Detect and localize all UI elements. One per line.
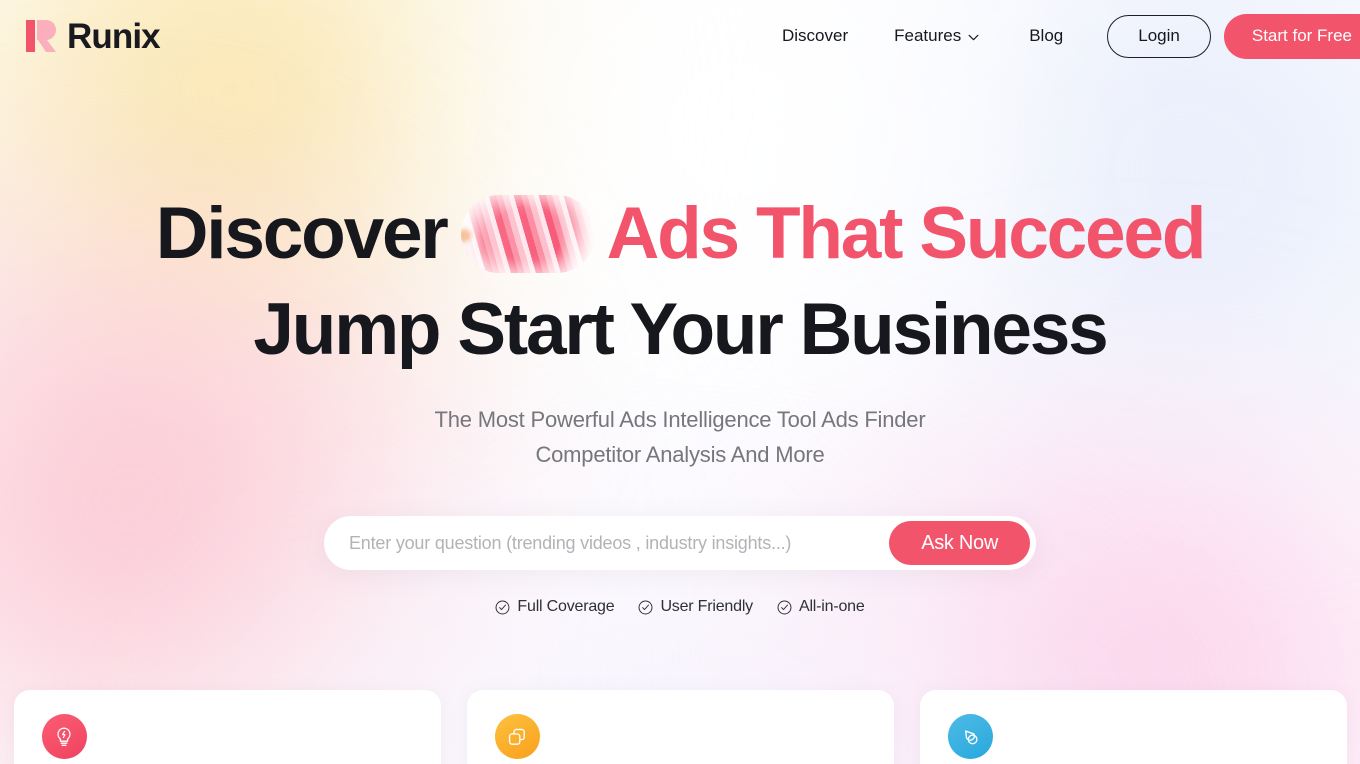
feature-chip-label: User Friendly [660, 598, 753, 615]
copy-layers-icon [508, 728, 525, 745]
brand-name: Runix [67, 16, 161, 56]
check-circle-icon [495, 600, 510, 614]
hero-subtitle-line-1: The Most Powerful Ads Intelligence Tool … [434, 407, 926, 432]
nav-item-blog[interactable]: Blog [1015, 18, 1077, 54]
page-title: Discover Ads That Succeed Jump Start You… [0, 186, 1360, 378]
site-header: Runix Discover Features Blog Login Start… [0, 0, 1360, 72]
feature-card[interactable] [919, 690, 1347, 764]
nav-item-discover[interactable]: Discover [768, 18, 862, 54]
feature-chip-label: All-in-one [798, 598, 865, 615]
headline-accent-text: Ads That Succeed [606, 193, 1207, 274]
hero-subtitle-line-2: Competitor Analysis And More [535, 442, 825, 467]
nav-item-discover-label: Discover [782, 26, 849, 45]
check-circle-icon [777, 600, 792, 614]
nav-item-features[interactable]: Features [880, 18, 993, 54]
feature-chip-user-friendly: User Friendly [638, 598, 753, 616]
headline-line-1: Discover Ads That Succeed [0, 186, 1360, 282]
headline-word-discover: Discover [155, 193, 449, 274]
twisted-ribbon-graphic-icon [460, 195, 595, 273]
feature-chip-list: Full Coverage User Friendly All-in-one [0, 598, 1360, 616]
card-icon-badge [41, 714, 87, 759]
lightbulb-bolt-icon [57, 727, 71, 746]
feature-chip-full-coverage: Full Coverage [495, 598, 615, 616]
runix-r-logo-icon [26, 20, 56, 52]
search-bar: Ask Now [324, 516, 1036, 570]
ask-now-button[interactable]: Ask Now [889, 521, 1030, 565]
hero-section: Discover Ads That Succeed Jump Start You… [0, 0, 1360, 616]
nav-item-blog-label: Blog [1029, 26, 1064, 45]
feature-card[interactable] [13, 690, 441, 764]
card-icon-badge [494, 714, 540, 759]
feature-chip-all-in-one: All-in-one [777, 598, 865, 616]
headline-line-2: Jump Start Your Business [253, 289, 1108, 370]
search-input[interactable] [324, 516, 890, 570]
feature-card-list [0, 690, 1360, 764]
primary-nav: Discover Features Blog Login Start for F… [768, 0, 1360, 72]
overlapping-drops-icon [964, 729, 978, 744]
start-for-free-button[interactable]: Start for Free [1223, 13, 1360, 59]
chevron-down-icon [968, 34, 979, 40]
card-icon-badge [947, 714, 993, 759]
brand-logo[interactable]: Runix [24, 16, 161, 56]
hero-subtitle: The Most Powerful Ads Intelligence Tool … [0, 402, 1360, 472]
check-circle-icon [638, 600, 653, 614]
login-button[interactable]: Login [1107, 14, 1211, 58]
feature-card[interactable] [466, 690, 894, 764]
feature-chip-label: Full Coverage [517, 598, 615, 615]
nav-item-features-label: Features [894, 26, 962, 45]
